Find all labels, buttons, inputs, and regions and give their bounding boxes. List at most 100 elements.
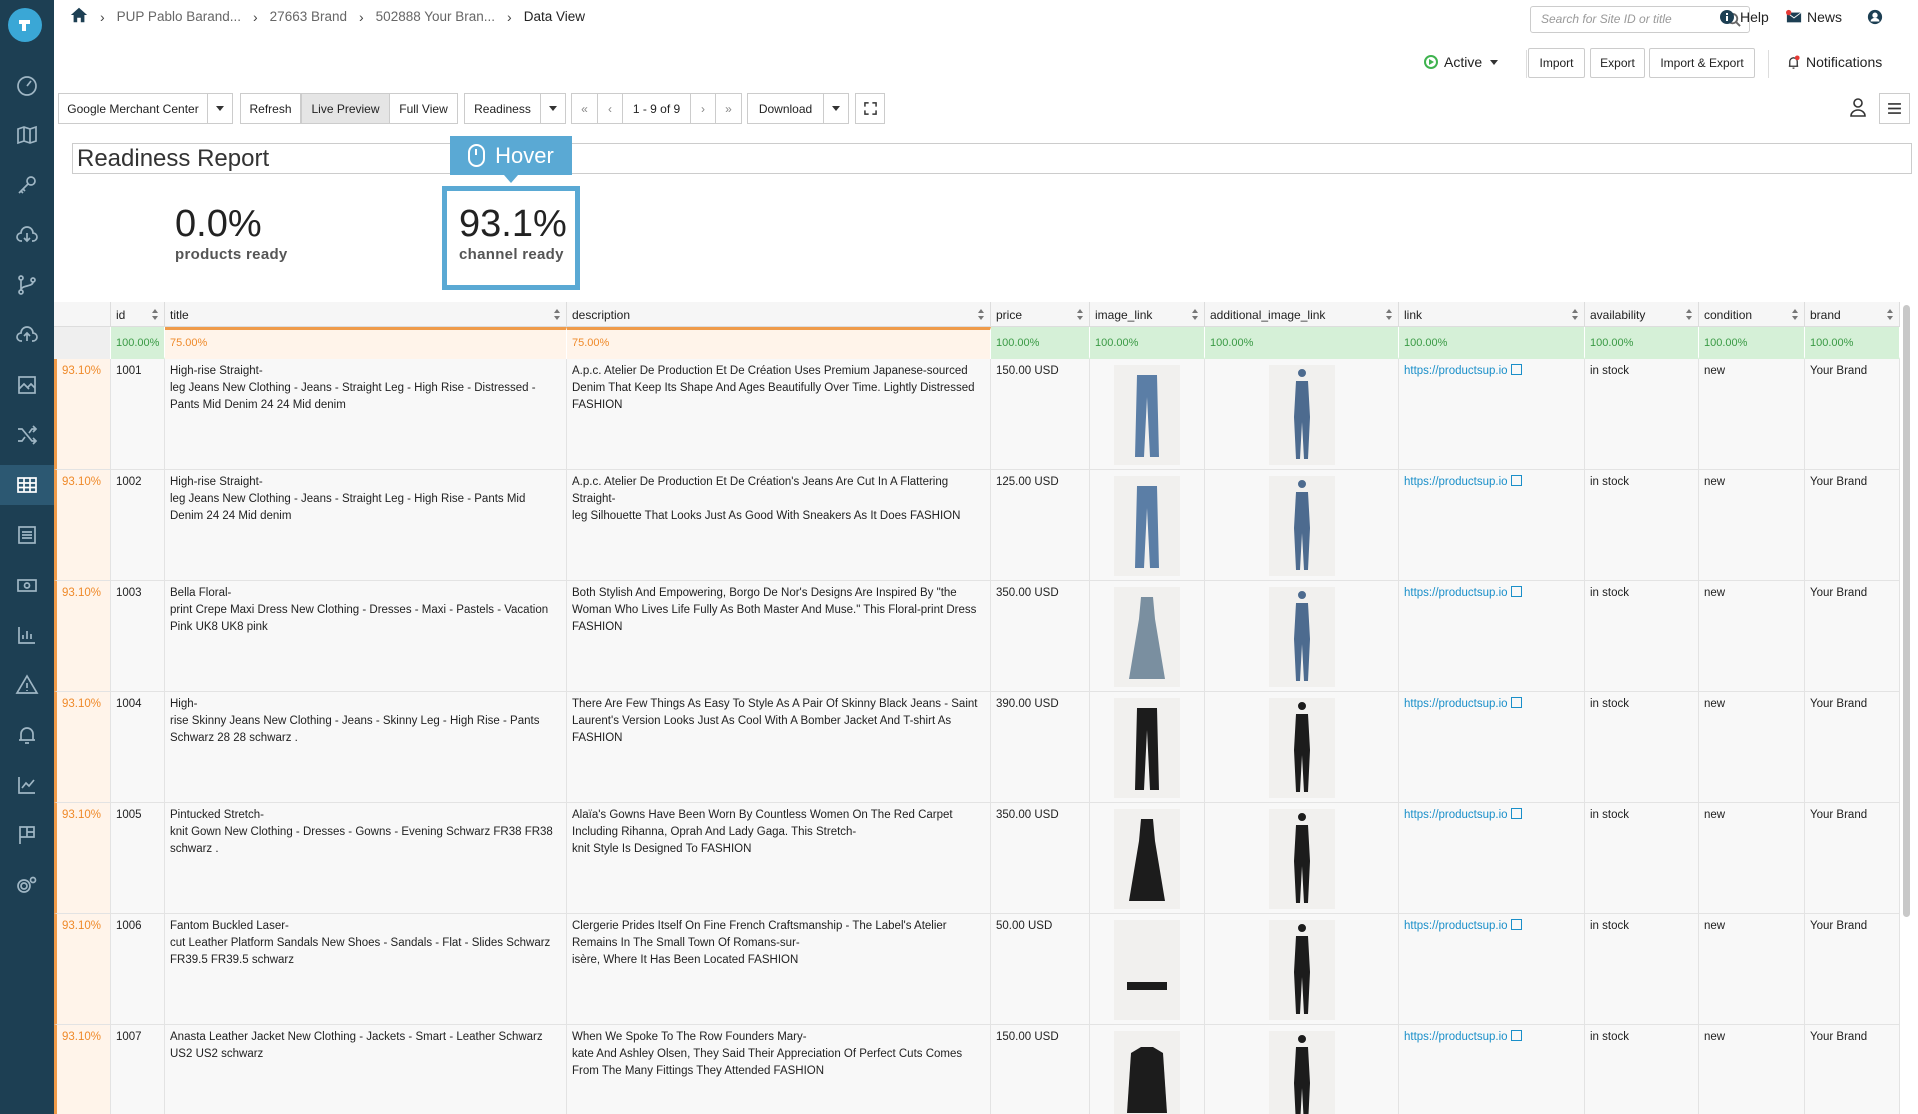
warning-icon[interactable] [0, 665, 54, 705]
column-header-id[interactable]: id [111, 302, 165, 327]
vertical-scrollbar[interactable] [1903, 305, 1910, 917]
breadcrumb-account[interactable]: PUP Pablo Barand... [117, 9, 241, 24]
list-icon[interactable] [0, 515, 54, 555]
readiness-dropdown-toggle[interactable] [540, 93, 566, 124]
table-cell-additional-image-link[interactable] [1205, 470, 1399, 581]
sort-icon[interactable] [1077, 309, 1084, 320]
model-jacket-image[interactable] [1268, 1031, 1335, 1114]
table-cell-additional-image-link[interactable] [1205, 1025, 1399, 1114]
first-page-button[interactable]: « [571, 93, 598, 124]
column-header-link[interactable]: link [1399, 302, 1585, 327]
table-cell-image-link[interactable] [1090, 359, 1205, 470]
table-cell-image-link[interactable] [1090, 1025, 1205, 1114]
settings-icon[interactable] [0, 865, 54, 905]
next-page-button[interactable]: › [690, 93, 716, 124]
column-header-additional-image-link[interactable]: additional_image_link [1205, 302, 1399, 327]
product-link[interactable]: https://productsup.io [1404, 476, 1508, 488]
fullscreen-icon[interactable] [855, 93, 885, 124]
money-icon[interactable] [0, 565, 54, 605]
jeans-image[interactable] [1114, 476, 1180, 576]
image-frame-icon[interactable] [0, 365, 54, 405]
column-header-brand[interactable]: brand [1805, 302, 1900, 327]
user-icon[interactable] [1848, 97, 1868, 122]
branch-icon[interactable] [0, 265, 54, 305]
dashboard-icon[interactable] [0, 65, 54, 105]
status-dropdown[interactable]: Active [1424, 54, 1499, 70]
table-cell-additional-image-link[interactable] [1205, 803, 1399, 914]
table-cell-additional-image-link[interactable] [1205, 914, 1399, 1025]
channel-dropdown-toggle[interactable] [207, 93, 233, 124]
external-link-icon[interactable] [1510, 919, 1522, 930]
product-link[interactable]: https://productsup.io [1404, 1031, 1508, 1043]
home-icon[interactable] [70, 6, 88, 27]
model-jeans-image[interactable] [1268, 476, 1335, 576]
table-cell-additional-image-link[interactable] [1205, 581, 1399, 692]
product-link[interactable]: https://productsup.io [1404, 587, 1508, 599]
table-cell-additional-image-link[interactable] [1205, 692, 1399, 803]
user-account-icon[interactable] [1867, 9, 1883, 25]
sort-icon[interactable] [1386, 309, 1393, 320]
live-preview-button[interactable]: Live Preview [301, 93, 390, 124]
breadcrumb-site[interactable]: 502888 Your Bran... [376, 9, 495, 24]
external-link-icon[interactable] [1510, 808, 1522, 819]
column-header-condition[interactable]: condition [1699, 302, 1805, 327]
table-cell-image-link[interactable] [1090, 914, 1205, 1025]
table-cell-additional-image-link[interactable] [1205, 359, 1399, 470]
dress-image[interactable] [1114, 587, 1180, 687]
flag-icon[interactable] [0, 815, 54, 855]
model-gown-image[interactable] [1268, 809, 1335, 909]
sort-icon[interactable] [1686, 309, 1693, 320]
table-cell-link[interactable]: https://productsup.io [1399, 692, 1585, 803]
import-export-button[interactable]: Import & Export [1649, 48, 1755, 78]
black-jeans-image[interactable] [1114, 698, 1180, 798]
sort-icon[interactable] [1192, 309, 1199, 320]
full-view-button[interactable]: Full View [389, 93, 458, 124]
shuffle-icon[interactable] [0, 415, 54, 455]
model-sandal-image[interactable] [1268, 920, 1335, 1020]
productsup-logo[interactable] [8, 8, 42, 42]
product-link[interactable]: https://productsup.io [1404, 920, 1508, 932]
site-search-input[interactable]: Search for Site ID or title [1530, 6, 1750, 33]
notifications-button[interactable]: Notifications [1786, 54, 1882, 70]
bar-chart-icon[interactable] [0, 615, 54, 655]
column-header-title[interactable]: title [165, 302, 567, 327]
table-cell-image-link[interactable] [1090, 470, 1205, 581]
key-icon[interactable] [0, 165, 54, 205]
table-cell-link[interactable]: https://productsup.io [1399, 1025, 1585, 1114]
sort-icon[interactable] [1792, 309, 1799, 320]
model-dress-image[interactable] [1268, 587, 1335, 687]
table-cell-image-link[interactable] [1090, 803, 1205, 914]
external-link-icon[interactable] [1510, 697, 1522, 708]
cloud-upload-icon[interactable] [0, 315, 54, 355]
table-icon[interactable] [0, 465, 54, 505]
channel-ready-stat[interactable]: 93.1% channel ready [459, 203, 567, 263]
readiness-select[interactable]: Readiness [464, 93, 541, 124]
external-link-icon[interactable] [1510, 1030, 1522, 1041]
jacket-image[interactable] [1114, 1031, 1180, 1114]
news-link[interactable]: News [1786, 9, 1842, 25]
export-button[interactable]: Export [1590, 48, 1645, 78]
table-cell-link[interactable]: https://productsup.io [1399, 470, 1585, 581]
sort-icon[interactable] [1572, 309, 1579, 320]
refresh-button[interactable]: Refresh [240, 93, 301, 124]
column-header-price[interactable]: price [991, 302, 1090, 327]
breadcrumb-brand[interactable]: 27663 Brand [270, 9, 347, 24]
trend-icon[interactable] [0, 765, 54, 805]
column-header-description[interactable]: description [567, 302, 991, 327]
product-link[interactable]: https://productsup.io [1404, 809, 1508, 821]
import-button[interactable]: Import [1528, 48, 1585, 78]
cloud-download-icon[interactable] [0, 215, 54, 255]
channel-select[interactable]: Google Merchant Center [58, 93, 208, 124]
sort-icon[interactable] [152, 309, 159, 320]
bell-icon[interactable] [0, 715, 54, 755]
table-cell-image-link[interactable] [1090, 692, 1205, 803]
product-link[interactable]: https://productsup.io [1404, 698, 1508, 710]
external-link-icon[interactable] [1510, 475, 1522, 486]
sort-icon[interactable] [1887, 309, 1894, 320]
map-icon[interactable] [0, 115, 54, 155]
download-button[interactable]: Download [747, 93, 824, 124]
external-link-icon[interactable] [1510, 364, 1522, 375]
jeans-image[interactable] [1114, 365, 1180, 465]
help-link[interactable]: Help [1719, 9, 1769, 25]
sandal-image[interactable] [1114, 920, 1180, 1020]
